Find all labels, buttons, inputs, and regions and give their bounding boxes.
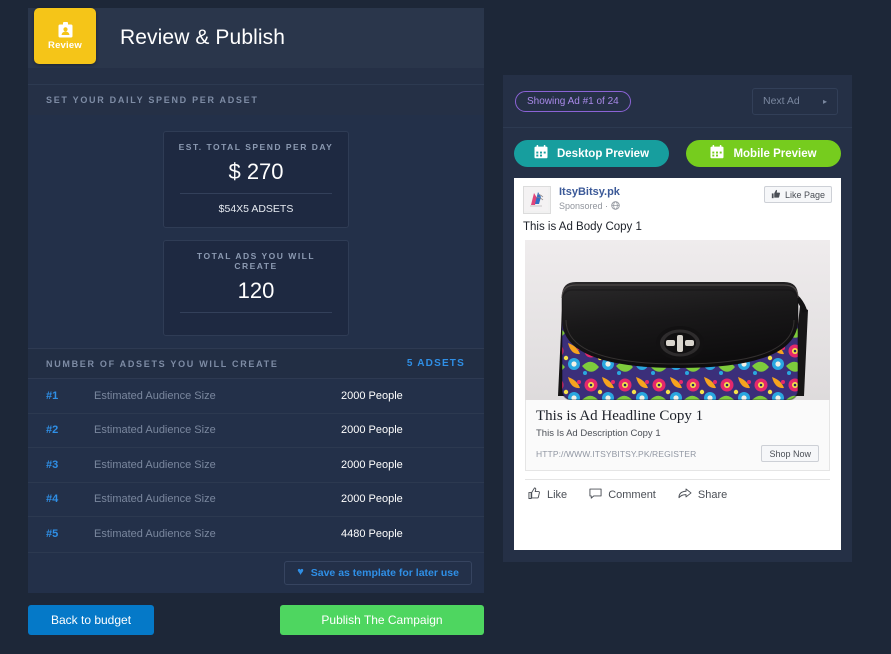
adset-number: #3 [46,458,59,471]
est-total-spend-card: EST. TOTAL SPEND PER DAY $ 270 $54X5 ADS… [163,131,349,228]
adsets-count-badge: 5 ADSETS [406,358,465,369]
thumbs-up-icon [771,187,781,202]
adset-audience-size: 2000 People [341,493,403,506]
avatar [523,186,551,214]
chevron-right-icon: ▸ [822,96,827,106]
calendar-icon [534,145,548,162]
adset-label: Estimated Audience Size [94,528,216,541]
heart-icon: ♥ [297,566,304,578]
adset-label: Estimated Audience Size [94,389,216,402]
table-row[interactable]: #2 Estimated Audience Size 2000 People [28,414,484,448]
preview-mode-toggles: Desktop Preview Mobile Preview [503,128,852,178]
next-ad-label: Next Ad [763,95,800,107]
panel-bottom-padding [503,550,852,562]
adset-label: Estimated Audience Size [94,493,216,506]
est-total-spend-label: EST. TOTAL SPEND PER DAY [178,142,334,152]
tab-mobile-preview-label: Mobile Preview [733,147,817,160]
share-button[interactable]: Share [678,487,727,503]
panel-divider-band [28,68,484,84]
ad-body-copy: This is Ad Body Copy 1 [523,221,642,233]
ad-navigation-bar: Showing Ad #1 of 24 Next Ad ▸ [503,75,852,128]
next-ad-button[interactable]: Next Ad ▸ [752,87,838,115]
ad-link-box: This is Ad Headline Copy 1 This Is Ad De… [525,400,830,471]
like-page-label: Like Page [784,189,825,200]
table-row[interactable]: #5 Estimated Audience Size 4480 People [28,517,484,552]
spend-section-caption: SET YOUR DAILY SPEND PER ADSET [46,95,259,105]
adsets-section-header: NUMBER OF ADSETS YOU WILL CREATE 5 ADSET… [28,348,484,379]
tab-desktop-preview-label: Desktop Preview [556,147,650,160]
share-label: Share [697,489,728,501]
ad-page-name[interactable]: ItsyBitsy.pk [559,186,764,199]
save-as-template-label: Save as template for later use [310,566,459,579]
panel-body: EST. TOTAL SPEND PER DAY $ 270 $54X5 ADS… [28,115,484,593]
adset-audience-size: 4480 People [341,528,403,541]
like-button[interactable]: Like [528,487,567,503]
comment-icon [589,487,602,503]
spend-section-header: SET YOUR DAILY SPEND PER ADSET [28,84,484,115]
ad-link-text: This is Ad Headline Copy 1 This Is Ad De… [526,400,829,439]
ad-counter-badge: Showing Ad #1 of 24 [515,90,631,112]
ad-display-url: HTTP://WWW.ITSYBITSY.PK/REGISTER [536,448,697,459]
ad-headline: This is Ad Headline Copy 1 [536,408,704,424]
total-ads-card: TOTAL ADS YOU WILL CREATE 120 [163,240,349,336]
adset-number: #1 [46,389,59,402]
calendar-icon [710,145,724,162]
adset-audience-size: 2000 People [341,458,403,471]
comment-button[interactable]: Comment [589,487,656,503]
ad-card-tail-space [525,510,830,550]
adset-audience-size: 2000 People [341,389,403,402]
like-page-button[interactable]: Like Page [763,186,832,203]
adsets-table: #1 Estimated Audience Size 2000 People #… [28,379,484,552]
page-title: Review & Publish [120,26,286,49]
ad-preview-panel: Showing Ad #1 of 24 Next Ad ▸ Desktop Pr… [503,75,852,562]
adset-number: #5 [46,528,59,541]
table-row[interactable]: #4 Estimated Audience Size 2000 People [28,483,484,517]
total-ads-value: 120 [237,278,275,303]
ad-sponsored-label: Sponsored · [559,200,764,213]
facebook-ad-preview-card: ItsyBitsy.pk Sponsored · Like Page This … [514,178,841,550]
est-total-spend-value: $ 270 [228,159,284,184]
ad-url-row: HTTP://WWW.ITSYBITSY.PK/REGISTER Shop No… [526,439,829,470]
globe-icon [610,201,620,211]
save-as-template-button[interactable]: ♥ Save as template for later use [284,560,472,585]
back-to-budget-button[interactable]: Back to budget [28,604,154,635]
adset-label: Estimated Audience Size [94,458,216,471]
card-divider [180,193,332,194]
review-publish-panel: Review Review & Publish SET YOUR DAILY S… [28,8,484,635]
thumbs-up-icon [528,487,541,503]
ad-card-header: ItsyBitsy.pk Sponsored · Like Page [514,178,841,214]
card-divider [180,312,332,313]
table-row[interactable]: #3 Estimated Audience Size 2000 People [28,448,484,483]
ad-description: This Is Ad Description Copy 1 [536,428,661,439]
ad-engagement-bar: Like Comment Share [525,479,830,510]
step-badge-review[interactable]: Review [34,8,96,64]
total-ads-label: TOTAL ADS YOU WILL CREATE [196,251,316,271]
tab-desktop-preview[interactable]: Desktop Preview [514,140,669,167]
adset-audience-size: 2000 People [341,424,403,437]
panel-footer: ♥ Save as template for later use [28,551,484,593]
tab-mobile-preview[interactable]: Mobile Preview [686,140,841,167]
sponsored-text: Sponsored · [559,201,609,211]
adset-number: #4 [46,493,59,506]
id-badge-icon [58,21,73,38]
step-badge-label: Review [48,39,82,51]
panel-header: Review Review & Publish [28,8,484,68]
comment-label: Comment [608,489,656,501]
shop-now-button[interactable]: Shop Now [761,445,819,462]
adsets-section-caption: NUMBER OF ADSETS YOU WILL CREATE [46,358,279,369]
est-total-spend-breakdown: $54X5 ADSETS [218,203,294,215]
adset-number: #2 [46,424,59,437]
like-label: Like [547,489,568,501]
panel-actions: Back to budget Publish The Campaign [28,604,484,635]
publish-campaign-button[interactable]: Publish The Campaign [280,604,484,635]
table-row[interactable]: #1 Estimated Audience Size 2000 People [28,379,484,414]
share-icon [678,487,692,503]
ad-creative-image [525,240,830,400]
adset-label: Estimated Audience Size [94,424,216,437]
ad-page-meta: ItsyBitsy.pk Sponsored · [559,186,764,213]
